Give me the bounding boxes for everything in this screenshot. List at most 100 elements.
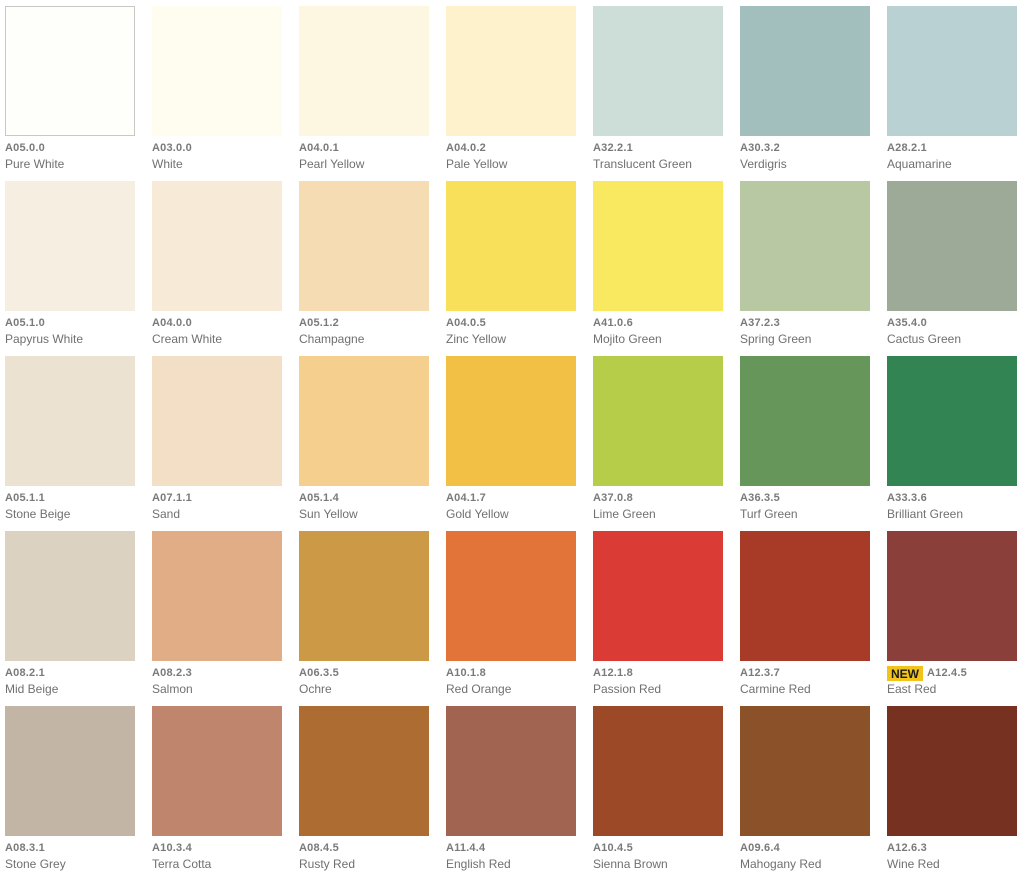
swatch-name: Wine Red — [887, 857, 940, 871]
color-swatch[interactable]: A03.0.0 White — [152, 6, 282, 181]
swatch-color-block[interactable] — [593, 706, 723, 836]
swatch-name: Pearl Yellow — [299, 157, 365, 171]
swatch-color-block[interactable] — [299, 531, 429, 661]
swatch-code-line: A04.0.2 — [446, 140, 576, 156]
swatch-color-block[interactable] — [446, 706, 576, 836]
color-swatch[interactable]: A05.1.0 Papyrus White — [5, 181, 135, 356]
color-swatch[interactable]: A33.3.6 Brilliant Green — [887, 356, 1017, 531]
color-swatch[interactable]: A05.1.4 Sun Yellow — [299, 356, 429, 531]
swatch-code: A32.2.1 — [593, 141, 633, 154]
swatch-code-line: A04.0.5 — [446, 315, 576, 331]
color-swatch[interactable]: A36.3.5 Turf Green — [740, 356, 870, 531]
swatch-color-block[interactable] — [740, 531, 870, 661]
swatch-color-block[interactable] — [593, 6, 723, 136]
swatch-color-block[interactable] — [299, 181, 429, 311]
swatch-name: Sun Yellow — [299, 507, 358, 521]
swatch-color-block[interactable] — [446, 356, 576, 486]
color-swatch[interactable]: A07.1.1 Sand — [152, 356, 282, 531]
swatch-color-block[interactable] — [152, 531, 282, 661]
swatch-meta: A36.3.5 Turf Green — [740, 490, 870, 522]
color-swatch[interactable]: A12.1.8 Passion Red — [593, 531, 723, 706]
swatch-code-line: A05.0.0 — [5, 140, 135, 156]
swatch-name: Rusty Red — [299, 857, 356, 871]
swatch-code-line: A03.0.0 — [152, 140, 282, 156]
color-swatch[interactable]: A04.0.2 Pale Yellow — [446, 6, 576, 181]
color-swatch[interactable]: A09.6.4 Mahogany Red — [740, 706, 870, 881]
color-swatch[interactable]: A04.0.5 Zinc Yellow — [446, 181, 576, 356]
color-swatch[interactable]: NEW A12.4.5 East Red — [887, 531, 1017, 706]
swatch-color-block[interactable] — [5, 531, 135, 661]
swatch-color-block[interactable] — [152, 356, 282, 486]
color-swatch[interactable]: A12.3.7 Carmine Red — [740, 531, 870, 706]
swatch-color-block[interactable] — [740, 181, 870, 311]
swatch-meta: A05.0.0 Pure White — [5, 140, 135, 172]
swatch-color-block[interactable] — [5, 356, 135, 486]
swatch-color-block[interactable] — [887, 531, 1017, 661]
color-swatch[interactable]: A04.0.1 Pearl Yellow — [299, 6, 429, 181]
swatch-code: A35.4.0 — [887, 316, 927, 329]
swatch-code: A10.4.5 — [593, 841, 633, 854]
color-swatch[interactable]: A32.2.1 Translucent Green — [593, 6, 723, 181]
swatch-code-line: A05.1.4 — [299, 490, 429, 506]
swatch-color-block[interactable] — [299, 356, 429, 486]
color-swatch[interactable]: A28.2.1 Aquamarine — [887, 6, 1017, 181]
swatch-color-block[interactable] — [593, 531, 723, 661]
color-swatch[interactable]: A37.0.8 Lime Green — [593, 356, 723, 531]
swatch-color-block[interactable] — [740, 356, 870, 486]
color-swatch[interactable]: A10.3.4 Terra Cotta — [152, 706, 282, 881]
color-swatch[interactable]: A41.0.6 Mojito Green — [593, 181, 723, 356]
color-swatch[interactable]: A05.1.1 Stone Beige — [5, 356, 135, 531]
swatch-color-block[interactable] — [593, 356, 723, 486]
color-swatch[interactable]: A04.1.7 Gold Yellow — [446, 356, 576, 531]
swatch-name: Pure White — [5, 157, 65, 171]
swatch-color-block[interactable] — [5, 706, 135, 836]
color-swatch[interactable]: A37.2.3 Spring Green — [740, 181, 870, 356]
swatch-code-line: A05.1.2 — [299, 315, 429, 331]
swatch-color-block[interactable] — [887, 356, 1017, 486]
color-swatch[interactable]: A06.3.5 Ochre — [299, 531, 429, 706]
swatch-color-block[interactable] — [740, 6, 870, 136]
swatch-color-block[interactable] — [887, 181, 1017, 311]
swatch-color-block[interactable] — [299, 6, 429, 136]
color-swatch[interactable]: A08.3.1 Stone Grey — [5, 706, 135, 881]
color-swatch[interactable]: A05.1.2 Champagne — [299, 181, 429, 356]
swatch-color-block[interactable] — [446, 6, 576, 136]
swatch-color-block[interactable] — [152, 706, 282, 836]
color-swatch[interactable]: A05.0.0 Pure White — [5, 6, 135, 181]
swatch-code: A04.0.2 — [446, 141, 486, 154]
swatch-code: A41.0.6 — [593, 316, 633, 329]
color-swatch[interactable]: A04.0.0 Cream White — [152, 181, 282, 356]
swatch-code: A06.3.5 — [299, 666, 339, 679]
swatch-color-block[interactable] — [593, 181, 723, 311]
color-swatch[interactable]: A08.2.1 Mid Beige — [5, 531, 135, 706]
color-swatch[interactable]: A10.4.5 Sienna Brown — [593, 706, 723, 881]
color-swatch[interactable]: A30.3.2 Verdigris — [740, 6, 870, 181]
swatch-color-block[interactable] — [446, 531, 576, 661]
swatch-color-block[interactable] — [152, 6, 282, 136]
swatch-code-line: A37.0.8 — [593, 490, 723, 506]
color-swatch[interactable]: A08.4.5 Rusty Red — [299, 706, 429, 881]
swatch-color-block[interactable] — [299, 706, 429, 836]
color-swatch[interactable]: A12.6.3 Wine Red — [887, 706, 1017, 881]
swatch-code-line: A33.3.6 — [887, 490, 1017, 506]
swatch-code-line: A32.2.1 — [593, 140, 723, 156]
swatch-code: A09.6.4 — [740, 841, 780, 854]
swatch-color-block[interactable] — [887, 706, 1017, 836]
color-swatch[interactable]: A08.2.3 Salmon — [152, 531, 282, 706]
swatch-code-line: A41.0.6 — [593, 315, 723, 331]
swatch-color-block[interactable] — [887, 6, 1017, 136]
color-swatch[interactable]: A10.1.8 Red Orange — [446, 531, 576, 706]
swatch-code: A05.1.1 — [5, 491, 45, 504]
swatch-code: A12.4.5 — [927, 666, 967, 679]
color-swatch[interactable]: A11.4.4 English Red — [446, 706, 576, 881]
swatch-color-block[interactable] — [5, 181, 135, 311]
swatch-color-block[interactable] — [740, 706, 870, 836]
color-swatch[interactable]: A35.4.0 Cactus Green — [887, 181, 1017, 356]
swatch-code-line: A08.3.1 — [5, 840, 135, 856]
swatch-name: Spring Green — [740, 332, 812, 346]
swatch-color-block[interactable] — [152, 181, 282, 311]
color-palette-grid: A05.0.0 Pure White A03.0.0 White A04.0.1 Pear… — [5, 6, 1021, 881]
swatch-color-block[interactable] — [5, 6, 135, 136]
swatch-color-block[interactable] — [446, 181, 576, 311]
swatch-code: A05.1.4 — [299, 491, 339, 504]
